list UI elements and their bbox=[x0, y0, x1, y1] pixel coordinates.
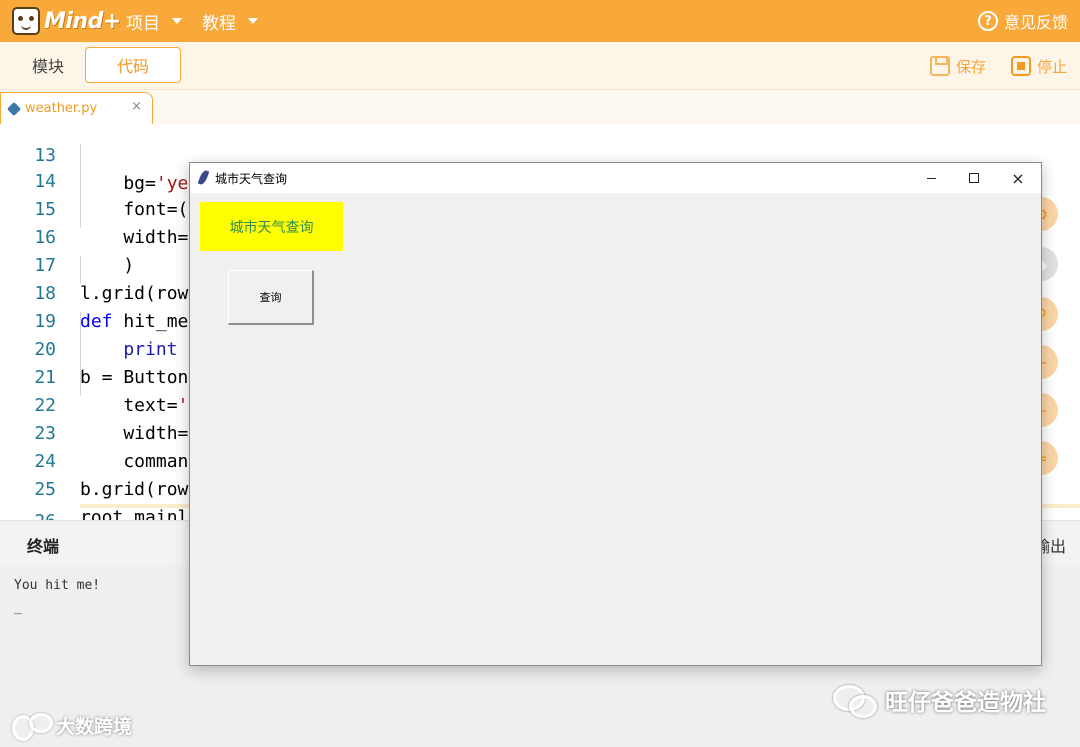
save-button[interactable]: 保存 bbox=[930, 52, 986, 80]
tk-feather-icon bbox=[197, 169, 210, 186]
menu-tutorial[interactable]: 教程 bbox=[202, 0, 258, 42]
stop-icon bbox=[1011, 56, 1031, 76]
file-tab-weather[interactable]: weather.py × bbox=[0, 92, 153, 124]
top-app-bar: Mind+ 项目 教程 ? 意见反馈 bbox=[0, 0, 1080, 42]
watermark-left-text: 大数跨境 bbox=[56, 716, 133, 738]
watermark-left: 大数跨境 bbox=[12, 712, 133, 741]
feedback-button[interactable]: ? 意见反馈 bbox=[977, 0, 1068, 42]
menu-project[interactable]: 项目 bbox=[126, 0, 182, 42]
logo-text: Mind+ bbox=[44, 8, 121, 34]
file-tab-name: weather.py bbox=[25, 101, 98, 116]
chevron-down-icon bbox=[172, 18, 182, 24]
terminal-output: You hit me! _ bbox=[14, 578, 101, 615]
menu-tutorial-label: 教程 bbox=[202, 13, 236, 34]
tk-window-title: 城市天气查询 bbox=[215, 172, 288, 186]
save-label: 保存 bbox=[956, 57, 987, 76]
save-icon bbox=[930, 56, 950, 76]
stop-button[interactable]: 停止 bbox=[1011, 52, 1067, 80]
python-file-icon bbox=[6, 101, 22, 116]
terminal-title: 终端 bbox=[27, 537, 60, 556]
file-tab-bar: weather.py × bbox=[0, 90, 1080, 124]
line-number: 26 bbox=[22, 508, 56, 520]
help-icon: ? bbox=[977, 11, 998, 31]
chevron-down-icon bbox=[248, 18, 258, 24]
mode-bar: 模块 代码 保存 停止 bbox=[0, 42, 1080, 90]
stop-label: 停止 bbox=[1037, 57, 1068, 76]
tk-window: 城市天气查询 × 城市天气查询 查询 bbox=[189, 162, 1042, 666]
tab-code[interactable]: 代码 bbox=[85, 47, 181, 83]
watermark-logo-icon bbox=[12, 712, 53, 741]
close-window-button[interactable]: × bbox=[1003, 168, 1033, 188]
city-weather-label: 城市天气查询 bbox=[200, 202, 343, 251]
maximize-button[interactable] bbox=[959, 168, 989, 188]
tk-titlebar[interactable]: 城市天气查询 × bbox=[190, 163, 1041, 193]
watermark-right: 旺仔爸爸造物社 bbox=[833, 683, 1046, 718]
feedback-label: 意见反馈 bbox=[1003, 13, 1068, 32]
wechat-icon bbox=[833, 683, 877, 718]
query-button[interactable]: 查询 bbox=[228, 270, 314, 325]
robot-face-icon bbox=[12, 7, 40, 35]
close-tab-icon[interactable]: × bbox=[131, 99, 142, 114]
tab-blocks[interactable]: 模块 bbox=[0, 47, 96, 83]
mind-plus-logo[interactable]: Mind+ bbox=[12, 4, 121, 38]
minimize-button[interactable] bbox=[916, 168, 946, 188]
watermark-right-text: 旺仔爸爸造物社 bbox=[885, 690, 1046, 716]
menu-project-label: 项目 bbox=[126, 13, 160, 34]
